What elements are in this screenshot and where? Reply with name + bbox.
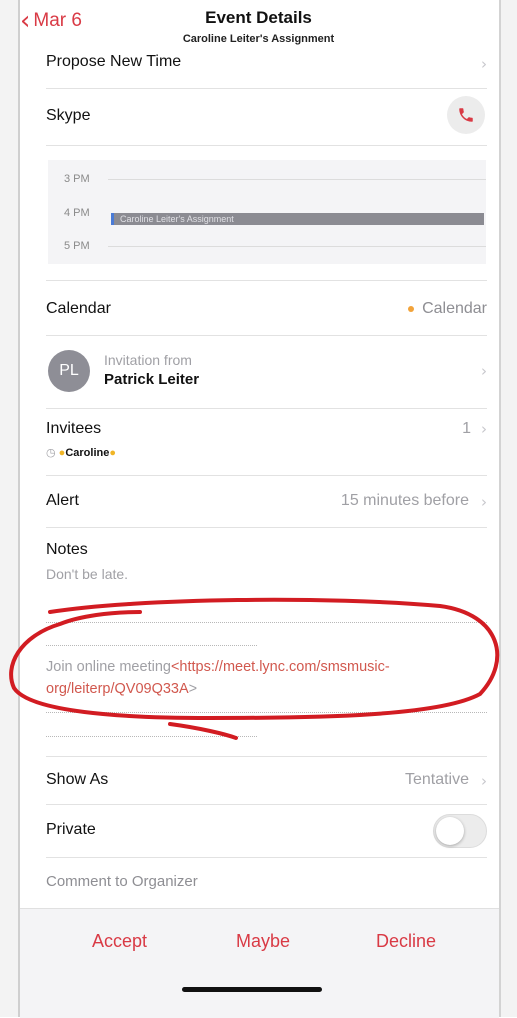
skype-label: Skype <box>46 107 91 124</box>
invitees-label: Invitees <box>46 420 102 437</box>
private-row: Private <box>46 813 487 849</box>
alert-value: 15 minutes before <box>340 492 469 509</box>
link-end: > <box>188 681 198 697</box>
divider <box>46 408 487 409</box>
organizer-row[interactable]: Invitation from Patrick Leiter › <box>46 350 487 392</box>
phone-icon <box>459 108 473 122</box>
chevron-right-icon: › <box>481 362 487 380</box>
home-indicator[interactable] <box>182 987 322 992</box>
meeting-link-continued[interactable]: org/leiterp/QV09Q33A <box>46 681 189 697</box>
invitee-chip: ◷ ●Caroline● <box>46 446 116 459</box>
notes-text: Don't be late. <box>46 566 129 582</box>
organizer-name: Patrick Leiter <box>104 371 200 388</box>
private-toggle[interactable] <box>433 814 487 848</box>
chevron-right-icon: › <box>481 55 487 73</box>
divider <box>46 145 487 146</box>
comment-to-organizer-field[interactable]: Comment to Organizer <box>46 873 487 895</box>
invitees-count: 1 <box>462 420 471 437</box>
chevron-right-icon: › <box>481 493 487 511</box>
skype-row[interactable]: Skype <box>46 96 487 136</box>
calendar-day-preview[interactable]: 3 PM 4 PM Caroline Leiter's Assignment 5… <box>48 160 486 264</box>
invitation-from-label: Invitation from <box>104 352 192 368</box>
propose-new-time-label: Propose New Time <box>46 53 182 70</box>
hour-label: 4 PM <box>64 207 90 219</box>
invitee-name: Caroline <box>65 447 110 459</box>
divider <box>46 527 487 528</box>
private-label: Private <box>46 821 96 838</box>
calendar-row[interactable]: Calendar Calendar <box>46 300 487 322</box>
show-as-row[interactable]: Show As Tentative › <box>46 771 487 793</box>
join-meeting-text: Join online meeting<https://meet.lync.co… <box>46 656 487 700</box>
notes-section: Notes Don't be late. <box>46 541 487 589</box>
hour-line <box>108 246 486 247</box>
toggle-knob <box>436 817 464 845</box>
calendar-color-dot <box>408 305 415 312</box>
calendar-value-text: Calendar <box>422 300 487 317</box>
chevron-right-icon: › <box>481 772 487 790</box>
calendar-label: Calendar <box>46 300 111 317</box>
hour-line <box>108 179 486 180</box>
dotted-separator <box>46 736 257 737</box>
alert-label: Alert <box>46 492 79 509</box>
divider <box>46 280 487 281</box>
decline-button[interactable]: Decline <box>376 931 436 952</box>
meeting-link[interactable]: <https://meet.lync.com/smsmusic- <box>171 659 390 675</box>
chevron-right-icon: › <box>481 420 487 438</box>
clock-icon: ◷ <box>46 446 56 459</box>
alert-row[interactable]: Alert 15 minutes before › <box>46 492 487 514</box>
divider <box>46 857 487 858</box>
dotted-separator <box>46 622 487 623</box>
maybe-button[interactable]: Maybe <box>236 931 290 952</box>
divider <box>46 475 487 476</box>
hour-label: 5 PM <box>64 240 90 252</box>
accept-button[interactable]: Accept <box>92 931 147 952</box>
join-meeting-label: Join online meeting <box>46 659 171 675</box>
divider <box>46 804 487 805</box>
call-button[interactable] <box>447 96 485 134</box>
dotted-separator <box>46 712 487 713</box>
device-frame-right <box>499 0 517 1017</box>
invitees-row[interactable]: Invitees 1 › ◷ ●Caroline● <box>46 420 487 464</box>
divider <box>46 756 487 757</box>
show-as-value: Tentative <box>404 771 469 788</box>
hour-label: 3 PM <box>64 173 90 185</box>
calendar-event-title: Caroline Leiter's Assignment <box>120 214 234 224</box>
device-frame-left <box>0 0 20 1017</box>
divider <box>46 88 487 89</box>
notes-label: Notes <box>46 541 88 558</box>
calendar-value: Calendar <box>408 300 487 318</box>
response-toolbar: Accept Maybe Decline <box>20 908 499 1018</box>
emoji-icon: ● <box>109 447 116 459</box>
show-as-label: Show As <box>46 771 109 788</box>
divider <box>46 335 487 336</box>
dotted-separator <box>46 645 257 646</box>
page-subtitle: Caroline Leiter's Assignment <box>182 33 335 45</box>
calendar-event-block[interactable]: Caroline Leiter's Assignment <box>111 213 484 225</box>
propose-new-time-row[interactable]: Propose New Time › <box>46 53 487 75</box>
page-title: Event Details <box>205 8 312 27</box>
